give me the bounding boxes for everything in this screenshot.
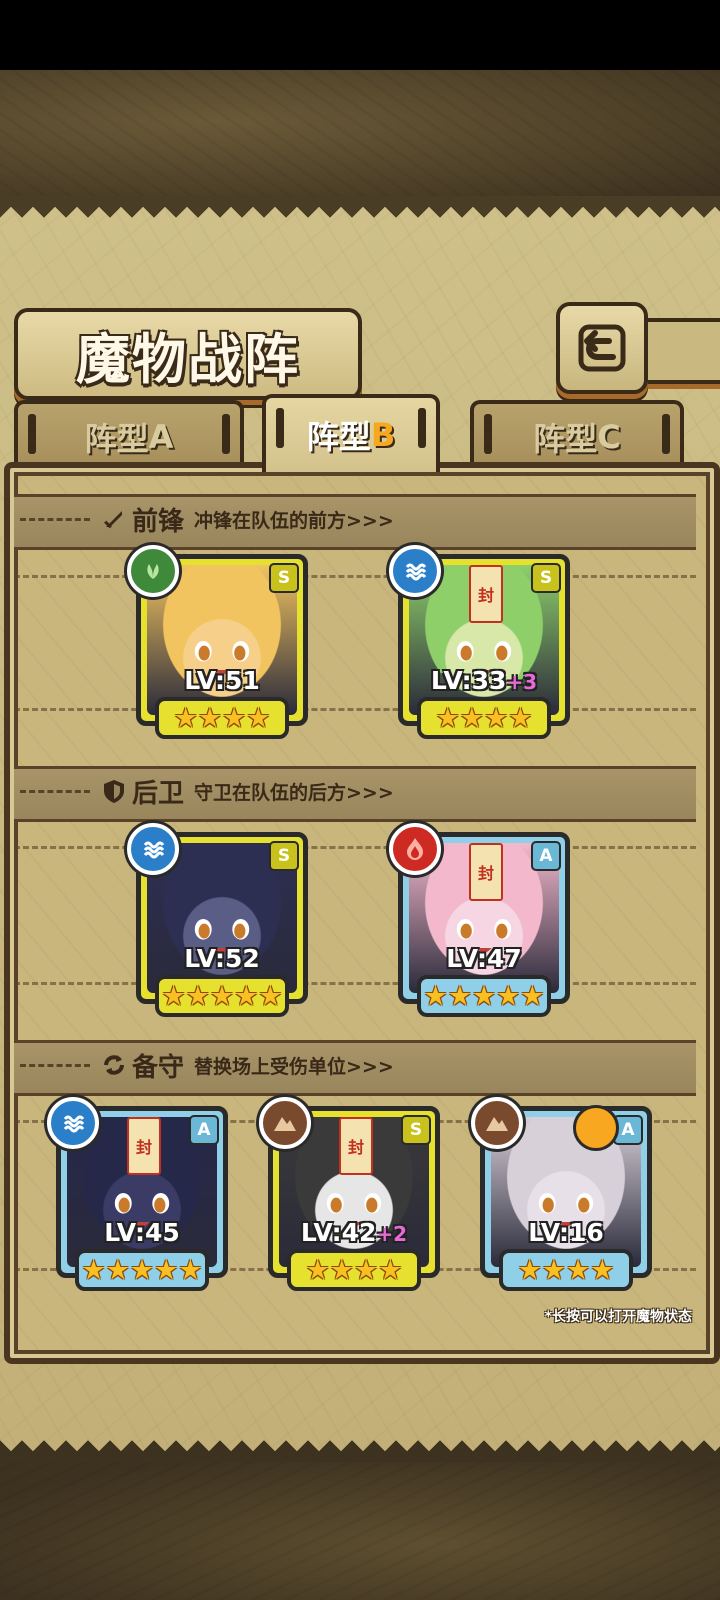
section-title: 后卫 xyxy=(132,778,185,809)
tab-formation-c[interactable]: 阵型 C xyxy=(470,400,684,470)
tab-letter: A xyxy=(148,418,174,456)
water-icon xyxy=(127,823,179,875)
section-desc: 冲锋在队伍的前方>>> xyxy=(194,509,394,532)
tab-label: 阵型 xyxy=(533,420,598,458)
level-label: LV:51 xyxy=(141,666,303,695)
seal-talisman: 封 xyxy=(127,1117,161,1175)
map-background-bottom xyxy=(0,1460,720,1600)
star-rating: ★★★★★ xyxy=(155,975,289,1017)
rank-badge: S xyxy=(269,841,299,871)
tab-letter: C xyxy=(597,418,621,456)
back-button[interactable] xyxy=(556,302,648,394)
tab-letter: B xyxy=(370,416,396,454)
level-label: LV:16 xyxy=(485,1218,647,1247)
row-divider xyxy=(14,708,696,711)
water-icon xyxy=(47,1097,99,1149)
section-header-front: 前锋 冲锋在队伍的前方>>> xyxy=(20,494,394,544)
title-plate: 魔物战阵 xyxy=(14,308,362,400)
monster-card[interactable]: 封 A LV:45 ★★★★★ xyxy=(47,1097,228,1291)
level-label: LV:42+2 xyxy=(273,1218,435,1247)
tab-label: 阵型 xyxy=(84,420,149,458)
row-divider xyxy=(14,982,696,985)
rank-badge: S xyxy=(531,563,561,593)
earth-icon xyxy=(471,1097,523,1149)
leaf-icon xyxy=(127,545,179,597)
monster-card[interactable]: A LV:16 ★★★★ xyxy=(471,1097,652,1291)
level-value: LV:33 xyxy=(430,666,507,695)
return-arrow-icon xyxy=(578,324,626,372)
seal-talisman: 封 xyxy=(469,565,503,623)
star-rating: ★★★★ xyxy=(287,1249,421,1291)
level-label: LV:33+3 xyxy=(403,666,565,695)
monster-card[interactable]: 封 S LV:33+3 ★★★★ xyxy=(389,545,570,739)
star-rating: ★★★★★ xyxy=(75,1249,209,1291)
star-rating: ★★★★ xyxy=(499,1249,633,1291)
section-title: 备守 xyxy=(132,1052,185,1083)
star-rating: ★★★★★ xyxy=(417,975,551,1017)
stars: ★★★★ xyxy=(517,1254,615,1286)
tab-formation-a[interactable]: 阵型 A xyxy=(14,400,244,470)
stars: ★★★★★ xyxy=(423,980,545,1012)
status-bar xyxy=(0,0,720,70)
stars: ★★★★ xyxy=(173,702,271,734)
stars: ★★★★★ xyxy=(81,1254,203,1286)
earth-icon xyxy=(259,1097,311,1149)
shield-icon xyxy=(100,777,128,805)
level-value: LV:16 xyxy=(528,1218,604,1247)
section-title: 前锋 xyxy=(132,506,185,537)
tab-label: 阵型 xyxy=(306,418,371,456)
level-value: LV:45 xyxy=(104,1218,180,1247)
section-desc: 替换场上受伤单位>>> xyxy=(194,1055,394,1078)
level-label: LV:52 xyxy=(141,944,303,973)
level-bonus: +2 xyxy=(376,1222,408,1246)
monster-card[interactable]: 封 S LV:42+2 ★★★★ xyxy=(259,1097,440,1291)
dash-line xyxy=(20,1063,90,1067)
star-rating: ★★★★ xyxy=(417,697,551,739)
rank-badge: S xyxy=(401,1115,431,1145)
monster-card[interactable]: S LV:51 ★★★★ xyxy=(127,545,308,739)
level-value: LV:52 xyxy=(184,944,260,973)
level-label: LV:47 xyxy=(403,944,565,973)
stars: ★★★★★ xyxy=(161,980,283,1012)
level-value: LV:51 xyxy=(184,666,260,695)
water-icon xyxy=(389,545,441,597)
level-value: LV:42 xyxy=(300,1218,377,1247)
orange-slice-icon xyxy=(573,1105,619,1151)
section-desc: 守卫在队伍的后方>>> xyxy=(194,781,394,804)
star-rating: ★★★★ xyxy=(155,697,289,739)
seal-talisman: 封 xyxy=(469,843,503,901)
row-divider xyxy=(14,846,696,849)
level-bonus: +3 xyxy=(506,670,538,694)
row-divider xyxy=(14,575,696,578)
sword-icon xyxy=(100,505,128,533)
monster-card[interactable]: S LV:52 ★★★★★ xyxy=(127,823,308,1017)
torn-edge-top xyxy=(0,196,720,218)
seal-talisman: 封 xyxy=(339,1117,373,1175)
map-background-top xyxy=(0,70,720,200)
section-header-rear: 后卫 守卫在队伍的后方>>> xyxy=(20,766,394,816)
page-title: 魔物战阵 xyxy=(76,326,300,391)
stars: ★★★★ xyxy=(305,1254,403,1286)
torn-edge-bottom xyxy=(0,1440,720,1462)
monster-card[interactable]: 封 A LV:47 ★★★★★ xyxy=(389,823,570,1017)
dash-line xyxy=(20,517,90,521)
stars: ★★★★ xyxy=(435,702,533,734)
level-value: LV:47 xyxy=(446,944,522,973)
rank-badge: S xyxy=(269,563,299,593)
long-press-hint: *长按可以打开魔物状态 xyxy=(544,1309,692,1325)
tab-formation-b[interactable]: 阵型 B xyxy=(262,394,440,472)
rank-badge: A xyxy=(531,841,561,871)
fire-icon xyxy=(389,823,441,875)
rank-badge: A xyxy=(189,1115,219,1145)
level-label: LV:45 xyxy=(61,1218,223,1247)
section-header-reserve: 备守 替换场上受伤单位>>> xyxy=(20,1040,394,1090)
dash-line xyxy=(20,789,90,793)
swap-icon xyxy=(100,1051,128,1079)
back-rail xyxy=(640,318,720,384)
